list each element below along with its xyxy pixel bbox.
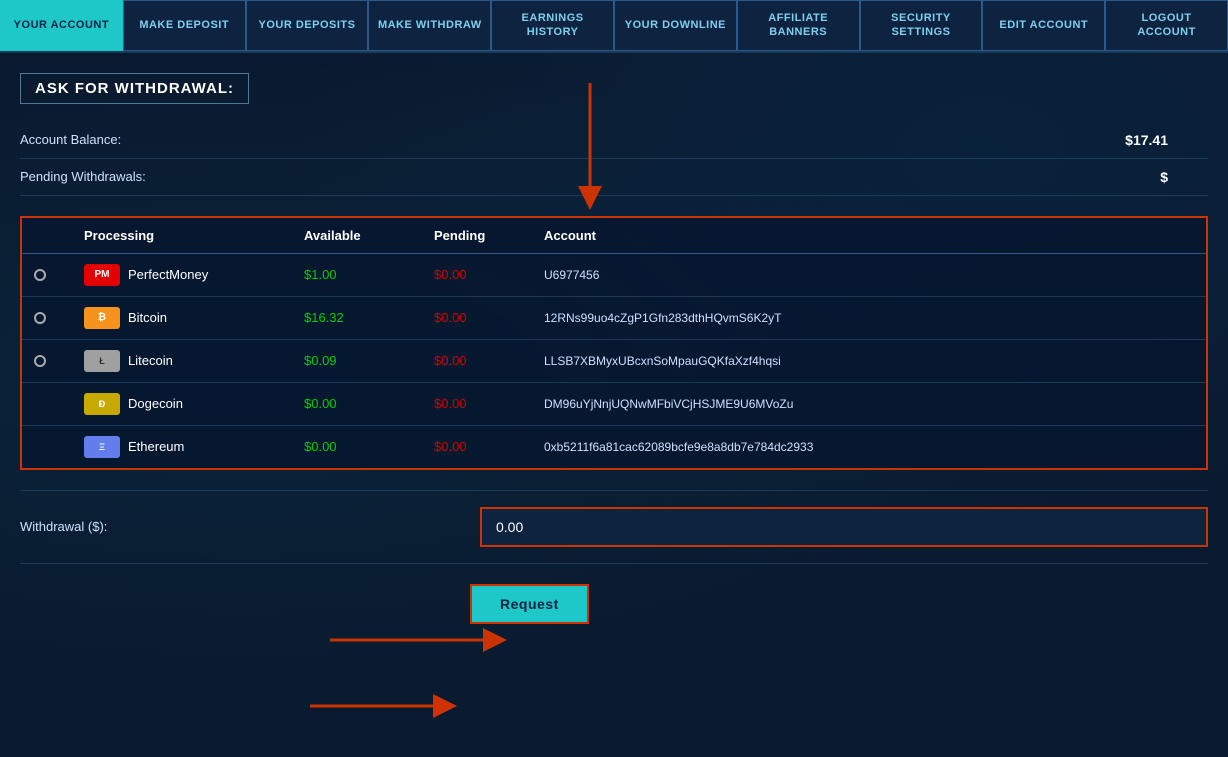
- pending-withdrawals-value: $: [1160, 169, 1208, 185]
- account-address: DM96uYjNnjUQNwMFbiVCjHSJME9U6MVoZu: [544, 397, 1194, 411]
- pending-withdrawals-label: Pending Withdrawals:: [20, 169, 240, 184]
- radio-col: [34, 355, 84, 367]
- account-address: LLSB7XBMyxUBcxnSoMpauGQKfaXzf4hqsi: [544, 354, 1194, 368]
- pending-amount: $0.00: [434, 353, 544, 368]
- processor-name: PerfectMoney: [128, 267, 208, 282]
- nav-item-your-downline[interactable]: YOUR DOWNLINE: [614, 0, 737, 51]
- processor-col: Ł Litecoin: [84, 350, 304, 372]
- table-body: PMPerfectMoney$1.00$0.00U6977456₿Bitcoin…: [22, 254, 1206, 468]
- col-radio: [34, 228, 84, 243]
- account-balance-value: $17.41: [1125, 132, 1208, 148]
- btc-icon: ₿: [84, 307, 120, 329]
- processor-name: Ethereum: [128, 439, 184, 454]
- table-row: ΞEthereum$0.00$0.000xb5211f6a81cac62089b…: [22, 426, 1206, 468]
- col-account: Account: [544, 228, 1194, 243]
- processor-name: Litecoin: [128, 353, 173, 368]
- radio-button[interactable]: [34, 269, 46, 281]
- nav-item-make-withdraw[interactable]: MAKE WITHDRAW: [368, 0, 491, 51]
- nav-item-logout-account[interactable]: LOGOUT ACCOUNT: [1105, 0, 1228, 51]
- nav-item-your-account[interactable]: YOUR ACCOUNT: [0, 0, 123, 51]
- radio-col: [34, 312, 84, 324]
- available-amount: $16.32: [304, 310, 434, 325]
- pm-icon: PM: [84, 264, 120, 286]
- eth-icon: Ξ: [84, 436, 120, 458]
- processor-col: Ð Dogecoin: [84, 393, 304, 415]
- pending-amount: $0.00: [434, 310, 544, 325]
- button-row: Request: [20, 564, 1208, 644]
- col-available: Available: [304, 228, 434, 243]
- account-address: 12RNs99uo4cZgP1Gfn283dthHQvmS6K2yT: [544, 311, 1194, 325]
- withdrawal-table: Processing Available Pending Account PMP…: [20, 216, 1208, 470]
- table-row: ₿ Bitcoin $16.32$0.0012RNs99uo4cZgP1Gfn283…: [22, 297, 1206, 340]
- nav-item-earnings-history[interactable]: EARNINGS HISTORY: [491, 0, 614, 51]
- available-amount: $0.00: [304, 396, 434, 411]
- section-title: ASK FOR WITHDRAWAL:: [20, 73, 249, 104]
- radio-col: [34, 269, 84, 281]
- processor-col: ₿ Bitcoin: [84, 307, 304, 329]
- withdrawal-input[interactable]: [480, 507, 1208, 547]
- nav-item-security-settings[interactable]: SECURITY SETTINGS: [860, 0, 983, 51]
- radio-button[interactable]: [34, 355, 46, 367]
- nav-item-edit-account[interactable]: EDIT ACCOUNT: [982, 0, 1105, 51]
- col-processing: Processing: [84, 228, 304, 243]
- request-button[interactable]: Request: [470, 584, 589, 624]
- pending-amount: $0.00: [434, 439, 544, 454]
- processor-name: Bitcoin: [128, 310, 167, 325]
- account-balance-row: Account Balance: $17.41: [20, 122, 1208, 159]
- available-amount: $0.09: [304, 353, 434, 368]
- navigation: YOUR ACCOUNTMAKE DEPOSITYOUR DEPOSITSMAK…: [0, 0, 1228, 53]
- available-amount: $1.00: [304, 267, 434, 282]
- pending-amount: $0.00: [434, 267, 544, 282]
- account-address: 0xb5211f6a81cac62089bcfe9e8a8db7e784dc29…: [544, 440, 1194, 454]
- table-row: Ł Litecoin $0.09$0.00LLSB7XBMyxUBcxnSoMpau…: [22, 340, 1206, 383]
- pending-withdrawals-row: Pending Withdrawals: $: [20, 159, 1208, 196]
- account-address: U6977456: [544, 268, 1194, 282]
- available-amount: $0.00: [304, 439, 434, 454]
- ltc-icon: Ł: [84, 350, 120, 372]
- account-balance-label: Account Balance:: [20, 132, 240, 147]
- table-header: Processing Available Pending Account: [22, 218, 1206, 254]
- processor-name: Dogecoin: [128, 396, 183, 411]
- doge-icon: Ð: [84, 393, 120, 415]
- processor-col: PM PerfectMoney: [84, 264, 304, 286]
- withdrawal-row: Withdrawal ($):: [20, 490, 1208, 564]
- right-arrow-button: [310, 691, 490, 721]
- radio-button[interactable]: [34, 312, 46, 324]
- nav-item-make-deposit[interactable]: MAKE DEPOSIT: [123, 0, 246, 51]
- col-pending: Pending: [434, 228, 544, 243]
- table-row: PM PerfectMoney $1.00$0.00U6977456: [22, 254, 1206, 297]
- main-content: ASK FOR WITHDRAWAL: Account Balance: $17…: [0, 53, 1228, 664]
- processor-col: Ξ Ethereum: [84, 436, 304, 458]
- nav-item-affiliate-banners[interactable]: AFFILIATE BANNERS: [737, 0, 860, 51]
- table-row: ÐDogecoin$0.00$0.00DM96uYjNnjUQNwMFbiVCj…: [22, 383, 1206, 426]
- nav-item-your-deposits[interactable]: YOUR DEPOSITS: [246, 0, 369, 51]
- withdrawal-label: Withdrawal ($):: [20, 519, 220, 534]
- pending-amount: $0.00: [434, 396, 544, 411]
